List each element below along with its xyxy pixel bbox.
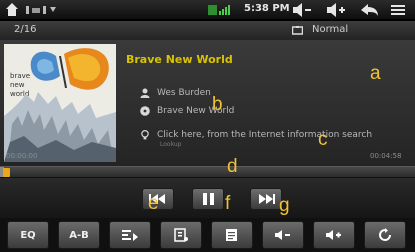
- track-count: 2/16: [14, 24, 37, 35]
- annotation-a: a: [370, 63, 381, 84]
- search-hint: Lookup: [160, 141, 182, 148]
- return-button[interactable]: [364, 221, 406, 249]
- next-button[interactable]: [250, 188, 282, 210]
- volume-up-button[interactable]: [313, 221, 355, 249]
- status-clock: 5:38 PM: [244, 3, 290, 14]
- volume-down-icon: [275, 230, 290, 240]
- song-title: Brave New World: [126, 53, 233, 66]
- volume-up-icon[interactable]: [324, 2, 348, 18]
- ab-repeat-button[interactable]: A-B: [58, 221, 100, 249]
- play-pause-button[interactable]: [192, 188, 224, 210]
- info-row: 2/16 Normal: [0, 21, 415, 40]
- album-disc-icon: [140, 105, 150, 116]
- album-art: brave new world: [4, 44, 116, 162]
- artist-icon: [140, 88, 150, 98]
- artist-name: Wes Burden: [157, 87, 211, 98]
- annotation-e: e: [148, 193, 159, 214]
- now-playing-panel: brave new world Brave New World Wes Burd…: [0, 40, 415, 166]
- eq-mode[interactable]: Normal: [312, 24, 348, 35]
- next-icon: [259, 194, 275, 204]
- notification-icons: [26, 6, 56, 14]
- lyrics-button[interactable]: [211, 221, 253, 249]
- internet-search-link[interactable]: Click here, from the Internet informatio…: [140, 128, 372, 141]
- lyrics-icon: [226, 229, 237, 241]
- annotation-d: d: [227, 156, 238, 177]
- total-time: 00:04:58: [370, 152, 402, 160]
- signal-icon: [208, 5, 230, 15]
- progress-knob[interactable]: [3, 168, 10, 177]
- annotation-f: f: [225, 193, 231, 214]
- playlist-icon: [174, 228, 188, 242]
- volume-down-button[interactable]: [262, 221, 304, 249]
- annotation-c: c: [318, 129, 328, 150]
- menu-icon[interactable]: [387, 2, 411, 18]
- playlist-button[interactable]: [160, 221, 202, 249]
- return-icon: [379, 228, 391, 241]
- eq-button[interactable]: EQ: [7, 221, 49, 249]
- elapsed-time: 00:00:00: [6, 152, 38, 160]
- annotation-g: g: [279, 195, 290, 216]
- repeat-icon[interactable]: [292, 26, 303, 35]
- artist-row: Wes Burden: [140, 86, 211, 99]
- svg-text:brave: brave: [10, 72, 30, 80]
- internet-search-text[interactable]: Click here, from the Internet informatio…: [157, 130, 372, 140]
- album-art-image: brave new world: [4, 44, 116, 162]
- status-bar: 5:38 PM: [0, 0, 415, 20]
- album-name: Brave New World: [157, 105, 235, 116]
- lightbulb-icon: [141, 129, 149, 139]
- progress-bar[interactable]: [0, 166, 415, 178]
- play-mode-button[interactable]: [109, 221, 151, 249]
- back-icon[interactable]: [357, 2, 381, 18]
- svg-text:new: new: [10, 81, 25, 89]
- volume-down-icon[interactable]: [290, 2, 314, 18]
- annotation-b: b: [212, 94, 223, 115]
- home-icon[interactable]: [6, 3, 18, 16]
- bottom-toolbar: EQ A-B: [0, 218, 415, 252]
- pause-icon: [203, 193, 214, 205]
- playmode-icon: [122, 230, 138, 241]
- transport-controls: [0, 178, 415, 218]
- volume-up-icon: [326, 230, 341, 240]
